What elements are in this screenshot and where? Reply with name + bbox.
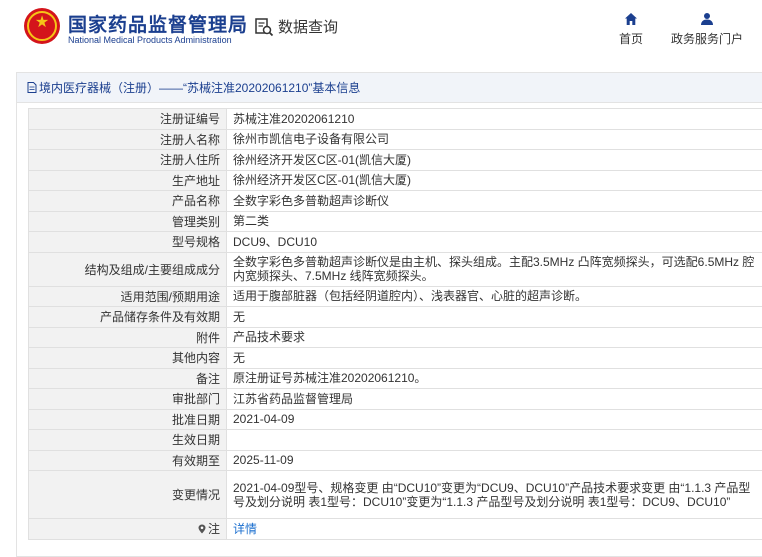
home-icon xyxy=(624,12,638,26)
section-title: 境内医疗器械（注册）——“苏械注准20202061210”基本信息 xyxy=(17,73,762,103)
nav-home-label: 首页 xyxy=(618,32,643,46)
field-value: 产品技术要求 xyxy=(226,326,762,348)
field-label: 备注 xyxy=(28,367,227,389)
field-label: 型号规格 xyxy=(28,231,227,253)
field-value: 徐州经济开发区C区-01(凯信大厦) xyxy=(226,149,762,171)
field-value: 江苏省药品监督管理局 xyxy=(226,388,762,410)
field-label: 结构及组成/主要组成成分 xyxy=(28,251,227,287)
field-label: 管理类别 xyxy=(28,210,227,232)
table-row: 注详情 xyxy=(28,518,762,540)
field-label: 适用范围/预期用途 xyxy=(28,285,227,307)
field-value: 第二类 xyxy=(226,210,762,232)
field-value: 全数字彩色多普勒超声诊断仪 xyxy=(226,190,762,212)
field-value: 原注册证号苏械注准20202061210。 xyxy=(226,367,762,389)
table-row: 其他内容无 xyxy=(28,347,762,369)
table-row: 注册人名称 徐州市凯信电子设备有限公司 xyxy=(28,128,762,150)
field-value: 2025-11-09 xyxy=(226,449,762,471)
field-label: 批准日期 xyxy=(28,408,227,430)
national-emblem-icon[interactable]: ★ xyxy=(24,8,60,44)
field-label: 注册人名称 xyxy=(28,128,227,150)
table-row: 产品储存条件及有效期无 xyxy=(28,306,762,328)
field-label: 有效期至 xyxy=(28,449,227,471)
field-label: 生产地址 xyxy=(28,169,227,191)
site-subtitle: National Medical Products Administration xyxy=(68,35,232,45)
table-row: 注册人住所 徐州经济开发区C区-01(凯信大厦) xyxy=(28,149,762,171)
field-label: 产品名称 xyxy=(28,190,227,212)
field-value: 2021-04-09型号、规格变更 由“DCU10”变更为“DCU9、DCU10… xyxy=(226,470,762,519)
field-label: 注册人住所 xyxy=(28,149,227,171)
table-row: 有效期至 2025-11-09 xyxy=(28,449,762,471)
user-icon xyxy=(700,12,714,26)
table-row: 产品名称 全数字彩色多普勒超声诊断仪 xyxy=(28,190,762,212)
field-value: 徐州市凯信电子设备有限公司 xyxy=(226,128,762,150)
nav-gov-label: 政务服务门户 xyxy=(670,32,743,46)
site-header: ★ 国家药品监督管理局 National Medical Products Ad… xyxy=(0,0,762,62)
nav-home[interactable]: 首页 xyxy=(616,12,646,47)
table-row: 适用范围/预期用途 适用于腹部脏器（包括经阴道腔内）、浅表器官、心脏的超声诊断。 xyxy=(28,285,762,307)
field-label: 产品储存条件及有效期 xyxy=(28,306,227,328)
search-doc-icon xyxy=(254,17,274,37)
field-label: 附件 xyxy=(28,326,227,348)
table-row: 注册证编号 苏械注准20202061210 xyxy=(28,108,762,130)
field-label: 其他内容 xyxy=(28,347,227,369)
table-row: 型号规格 DCU9、DCU10 xyxy=(28,231,762,253)
field-value: 2021-04-09 xyxy=(226,408,762,430)
table-row: 审批部门 江苏省药品监督管理局 xyxy=(28,388,762,410)
field-value: 无 xyxy=(226,306,762,328)
table-row: 生效日期 xyxy=(28,429,762,451)
field-value: 全数字彩色多普勒超声诊断仪是由主机、探头组成。主配3.5MHz 凸阵宽频探头，可… xyxy=(226,251,762,287)
detail-table: 注册证编号 苏械注准20202061210 注册人名称 徐州市凯信电子设备有限公司 注册… xyxy=(28,108,762,540)
table-row: 备注 原注册证号苏械注准20202061210。 xyxy=(28,367,762,389)
field-value: 无 xyxy=(226,347,762,369)
field-label: 变更情况 xyxy=(28,470,227,519)
table-row: 批准日期 2021-04-09 xyxy=(28,408,762,430)
field-label-text: 注 xyxy=(207,522,220,537)
details-link[interactable]: 详情 xyxy=(226,518,762,540)
field-value: 徐州经济开发区C区-01(凯信大厦) xyxy=(226,169,762,191)
field-value xyxy=(226,429,762,451)
nav-gov-portal[interactable]: 政务服务门户 xyxy=(667,12,747,47)
data-query-label: 数据查询 xyxy=(278,19,339,36)
table-row: 结构及组成/主要组成成分 全数字彩色多普勒超声诊断仪是由主机、探头组成。主配3.5… xyxy=(28,251,762,287)
field-label: 注 xyxy=(28,518,227,540)
table-row: 生产地址 徐州经济开发区C区-01(凯信大厦) xyxy=(28,169,762,191)
document-icon xyxy=(27,82,37,93)
section-title-text: 境内医疗器械（注册）——“苏械注准20202061210”基本信息 xyxy=(39,81,361,95)
field-value: 适用于腹部脏器（包括经阴道腔内）、浅表器官、心脏的超声诊断。 xyxy=(226,285,762,307)
field-label: 生效日期 xyxy=(28,429,227,451)
field-value: DCU9、DCU10 xyxy=(226,231,762,253)
table-row: 管理类别 第二类 xyxy=(28,210,762,232)
table-row: 附件 产品技术要求 xyxy=(28,326,762,348)
table-row: 变更情况 2021-04-09型号、规格变更 由“DCU10”变更为“DCU9、D… xyxy=(28,470,762,519)
field-label: 注册证编号 xyxy=(28,108,227,130)
data-query-link[interactable]: 数据查询 xyxy=(254,16,338,37)
site-title[interactable]: 国家药品监督管理局 xyxy=(68,10,248,37)
field-label: 审批部门 xyxy=(28,388,227,410)
field-value: 苏械注准20202061210 xyxy=(226,108,762,130)
detail-section: 境内医疗器械（注册）——“苏械注准20202061210”基本信息 注册证编号苏… xyxy=(16,72,762,557)
pin-icon xyxy=(198,523,206,534)
